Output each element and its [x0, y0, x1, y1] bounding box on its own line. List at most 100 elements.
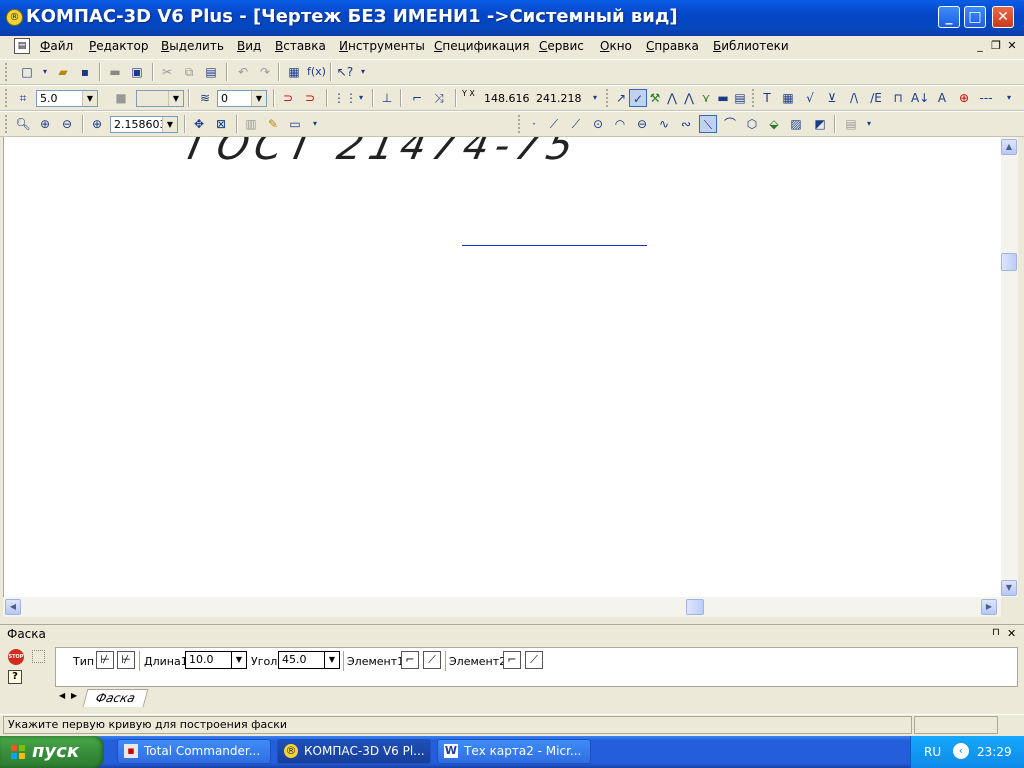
ortho-icon[interactable]: ⌐ [408, 89, 426, 107]
chevron-down-icon[interactable]: ▼ [162, 117, 177, 132]
zoom-scale-icon[interactable]: ⊕ [88, 115, 106, 133]
center-mark-icon[interactable]: ⊕ [955, 89, 973, 107]
segment-icon[interactable]: ⟋ [567, 115, 585, 133]
display-icon[interactable]: ▭ [286, 115, 304, 133]
zoom-out-icon[interactable]: ⊖ [58, 115, 76, 133]
save-icon[interactable]: ▪ [76, 63, 94, 81]
paste-icon[interactable]: ▤ [202, 63, 220, 81]
layer-combo[interactable]: 0 ▼ [217, 90, 267, 107]
toolbar-grip[interactable] [5, 115, 10, 133]
stop-icon[interactable]: STOP [8, 649, 24, 665]
rebuild-icon[interactable]: ▥ [242, 115, 260, 133]
menu-window[interactable]: Окно [600, 39, 632, 53]
print-icon[interactable]: ▬ [106, 63, 124, 81]
tolerance-icon[interactable]: ∕E [867, 89, 885, 107]
snap-icon-3[interactable]: ⚒ [646, 89, 664, 107]
scroll-down-button[interactable]: ▼ [1001, 580, 1017, 596]
roughness-icon[interactable]: √ [801, 89, 819, 107]
view-arrow-icon[interactable]: A [933, 89, 951, 107]
contour-icon[interactable]: ⬙ [765, 115, 783, 133]
axis-line-icon[interactable]: --- [977, 89, 995, 107]
context-help-icon[interactable]: ↖? [336, 63, 354, 81]
menu-service[interactable]: Сервис [539, 39, 584, 53]
coord-dropdown-icon[interactable]: ▾ [586, 89, 604, 107]
refresh-icon[interactable]: ✎ [264, 115, 282, 133]
more-dropdown-icon[interactable]: ▾ [1000, 89, 1018, 107]
zoom-combo[interactable]: 2.158603 ▼ [110, 116, 178, 133]
nurbs-icon[interactable]: ∾ [677, 115, 695, 133]
title-bar[interactable]: ® КОМПАС-3D V6 Plus - [Чертеж БЕЗ ИМЕНИ1… [0, 0, 1024, 36]
selected-segment[interactable] [462, 245, 647, 246]
pin-icon[interactable]: ⊓ [992, 627, 1000, 638]
menu-file[interactable]: Файл [40, 39, 73, 53]
new-dropdown-icon[interactable]: ▾ [36, 63, 54, 81]
task-word[interactable]: W Тех карта2 - Micr... [437, 739, 591, 764]
chevron-down-icon[interactable]: ▼ [82, 91, 97, 106]
show-all-icon[interactable]: ⊠ [212, 115, 230, 133]
new-document-icon[interactable]: □ [18, 63, 36, 81]
style-combo[interactable]: ▼ [136, 90, 184, 107]
section-line-icon[interactable]: A↓ [911, 89, 929, 107]
task-kompas[interactable]: ® КОМПАС-3D V6 Pl... [277, 739, 431, 764]
start-button[interactable]: пуск [0, 736, 104, 768]
snap-magnet-icon[interactable]: ⊃ [279, 89, 297, 107]
step-combo[interactable]: 5.0 ▼ [36, 90, 98, 107]
horizontal-scroll-thumb[interactable] [686, 599, 704, 615]
coord-y-field[interactable]: 241.218 [536, 90, 582, 107]
position-icon[interactable]: ⊓ [889, 89, 907, 107]
aux-line-icon[interactable]: ⟋ [545, 115, 563, 133]
mdi-minimize-icon[interactable]: _ [974, 40, 986, 52]
element1-notrim-icon[interactable]: ⟋ [423, 651, 441, 669]
object-dropdown-icon[interactable]: ▾ [860, 115, 878, 133]
toolbar-grip[interactable] [518, 115, 523, 133]
ellipse-icon[interactable]: ⊖ [633, 115, 651, 133]
cut-icon[interactable]: ✂ [158, 63, 176, 81]
zoom-in-icon[interactable]: ⊕ [36, 115, 54, 133]
grid-dropdown-icon[interactable]: ▾ [352, 89, 370, 107]
object-icon[interactable]: ▤ [842, 115, 860, 133]
chamfer-icon[interactable]: ⟍ [699, 115, 717, 133]
layer-icon[interactable]: ≋ [196, 89, 214, 107]
mdi-restore-icon[interactable]: ❐ [990, 40, 1002, 52]
manager-icon[interactable]: ▦ [285, 63, 303, 81]
polygon-icon[interactable]: ⬡ [743, 115, 761, 133]
scroll-right-button[interactable]: ▶ [981, 599, 997, 615]
vertical-scroll-thumb[interactable] [1001, 253, 1017, 271]
bezier-icon[interactable]: ∿ [655, 115, 673, 133]
element1-trim-icon[interactable]: ⌐ [401, 651, 419, 669]
fill-icon[interactable]: ◩ [811, 115, 829, 133]
chevron-down-icon[interactable]: ▼ [251, 91, 266, 106]
menu-select[interactable]: Выделить [161, 39, 224, 53]
horizontal-scrollbar[interactable]: ◀ ▶ [3, 597, 1001, 617]
drawing-canvas[interactable]: ГОСТ 21474-75 [3, 137, 1002, 597]
scroll-up-button[interactable]: ▲ [1001, 139, 1017, 155]
chamfer-type-length-angle-icon[interactable]: ⊬ [117, 651, 135, 669]
table-icon[interactable]: ▦ [779, 89, 797, 107]
menu-specification[interactable]: Спецификация [434, 39, 529, 53]
coord-x-field[interactable]: 148.616 [484, 90, 530, 107]
menu-editor[interactable]: Редактор [89, 39, 148, 53]
display-dropdown-icon[interactable]: ▾ [306, 115, 324, 133]
tray-arrow-icon[interactable]: ‹ [953, 743, 969, 759]
chevron-down-icon[interactable]: ▼ [231, 652, 246, 668]
chevron-down-icon[interactable]: ▼ [168, 91, 183, 106]
snap-icon-5[interactable]: ⋀ [680, 89, 698, 107]
text-icon[interactable]: T [758, 89, 776, 107]
round-icon[interactable]: ⤨ [430, 89, 448, 107]
leader-icon[interactable]: ∕\ [845, 89, 863, 107]
toolbar-grip[interactable] [606, 89, 611, 107]
menu-libraries[interactable]: Библиотеки [713, 39, 789, 53]
local-cs-icon[interactable]: ⊥ [378, 89, 396, 107]
style-icon[interactable]: ■ [112, 89, 130, 107]
menu-view[interactable]: Вид [237, 39, 261, 53]
grid-icon[interactable]: ⋮⋮ [333, 89, 357, 107]
open-folder-icon[interactable]: ▰ [54, 63, 72, 81]
copy-icon[interactable]: ⧉ [180, 63, 198, 81]
datum-icon[interactable]: ⊻ [823, 89, 841, 107]
step-cursor-icon[interactable]: ⌗ [14, 89, 32, 107]
redo-icon[interactable]: ↷ [256, 63, 274, 81]
toolbar-grip[interactable] [5, 89, 10, 107]
function-icon[interactable]: f(x) [307, 63, 326, 81]
fillet-icon[interactable]: ⌒ [721, 115, 739, 133]
menu-help[interactable]: Справка [646, 39, 699, 53]
